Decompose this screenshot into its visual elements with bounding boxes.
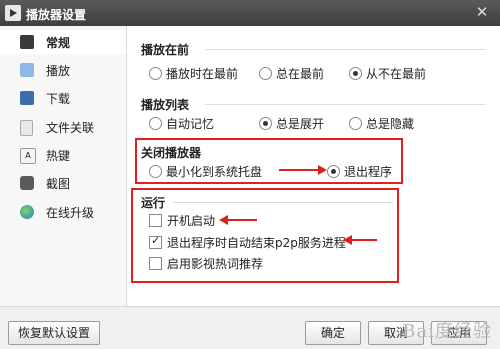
divider <box>205 49 485 50</box>
checkbox[interactable] <box>149 214 162 227</box>
radio-play-front-while-playing[interactable]: 播放时在最前 <box>149 65 238 82</box>
radio-always-expand[interactable]: 总是展开 <box>259 115 324 132</box>
sidebar: 常规 播放 下载 文件关联 A 热键 截图 在线升级 <box>0 26 127 306</box>
radio-never-front[interactable]: 从不在最前 <box>349 65 426 82</box>
checkbox-checked[interactable] <box>149 234 162 249</box>
file-icon <box>20 120 33 136</box>
play-icon <box>20 63 34 77</box>
sidebar-item-label: 播放 <box>46 64 71 78</box>
watermark: Bai度经验 <box>402 321 492 342</box>
sidebar-item-screenshot[interactable]: 截图 <box>0 171 126 195</box>
title-bar: 播放器设置 ✕ <box>0 0 500 26</box>
sidebar-item-file-association[interactable]: 文件关联 <box>0 115 126 139</box>
radio-button[interactable] <box>259 67 272 80</box>
divider <box>205 104 485 105</box>
sidebar-item-label: 在线升级 <box>46 206 95 220</box>
radio-button[interactable] <box>349 117 362 130</box>
sidebar-item-label: 下载 <box>46 92 71 106</box>
radio-minimize-to-tray[interactable]: 最小化到系统托盘 <box>149 163 262 180</box>
sidebar-item-label: 文件关联 <box>46 121 95 135</box>
window-title: 播放器设置 <box>26 8 87 22</box>
monitor-icon <box>20 35 34 49</box>
sidebar-item-label: 常规 <box>46 36 71 50</box>
divider <box>173 202 393 203</box>
radio-button-selected[interactable] <box>327 165 340 178</box>
annotation-arrow <box>219 215 257 225</box>
restore-defaults-button[interactable]: 恢复默认设置 <box>8 321 100 345</box>
annotation-arrow <box>279 165 327 175</box>
camera-icon <box>20 176 34 190</box>
checkbox-hot-words[interactable]: 启用影视热词推荐 <box>149 255 263 272</box>
sidebar-item-hotkey[interactable]: A 热键 <box>0 143 126 167</box>
annotation-arrow <box>343 235 377 245</box>
key-icon: A <box>20 148 36 164</box>
radio-button-selected[interactable] <box>259 117 272 130</box>
film-icon <box>20 91 34 105</box>
settings-window: 播放器设置 ✕ 常规 播放 下载 文件关联 A 热键 截图 在线升级 播放在前 … <box>0 0 500 349</box>
section-playlist-title: 播放列表 <box>141 98 190 112</box>
section-run-title: 运行 <box>141 196 166 210</box>
radio-button[interactable] <box>149 117 162 130</box>
checkbox-auto-start[interactable]: 开机启动 <box>149 212 215 229</box>
sidebar-item-label: 截图 <box>46 177 71 191</box>
app-icon <box>5 5 21 21</box>
radio-always-front[interactable]: 总在最前 <box>259 65 324 82</box>
sidebar-item-download[interactable]: 下载 <box>0 86 126 110</box>
sidebar-item-play[interactable]: 播放 <box>0 58 126 82</box>
close-button[interactable]: ✕ <box>472 3 492 21</box>
ok-button[interactable]: 确定 <box>305 321 361 345</box>
section-play-front-title: 播放在前 <box>141 43 190 57</box>
section-close-player-title: 关闭播放器 <box>141 146 202 160</box>
sidebar-item-online-upgrade[interactable]: 在线升级 <box>0 200 126 224</box>
radio-button-selected[interactable] <box>349 67 362 80</box>
footer-bar: 恢复默认设置 确定 取消 应用 Bai度经验 <box>0 306 500 349</box>
sidebar-item-general[interactable]: 常规 <box>0 30 126 54</box>
radio-always-hide[interactable]: 总是隐藏 <box>349 115 414 132</box>
settings-panel: 播放在前 播放时在最前 总在最前 从不在最前 播放列表 自动记忆 总是展开 总是… <box>127 26 500 306</box>
checkbox-end-p2p-on-exit[interactable]: 退出程序时自动结束p2p服务进程 <box>149 234 346 251</box>
radio-auto-remember[interactable]: 自动记忆 <box>149 115 214 132</box>
radio-button[interactable] <box>149 165 162 178</box>
radio-button[interactable] <box>149 67 162 80</box>
radio-exit-program[interactable]: 退出程序 <box>327 163 392 180</box>
checkbox[interactable] <box>149 257 162 270</box>
globe-icon <box>20 205 34 219</box>
sidebar-item-label: 热键 <box>46 149 71 163</box>
